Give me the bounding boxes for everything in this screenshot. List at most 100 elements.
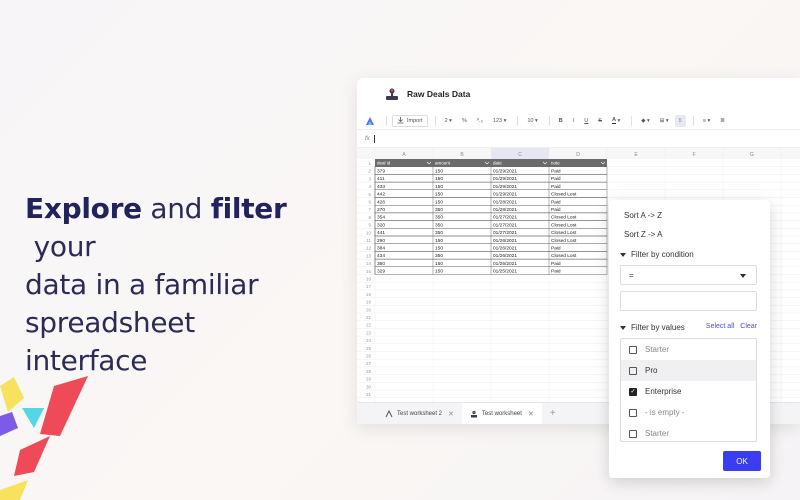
row-number[interactable]: 7 bbox=[368, 207, 371, 212]
table-cell[interactable]: 350 bbox=[435, 207, 443, 213]
table-cell[interactable]: 01/29/2021 bbox=[493, 169, 517, 175]
ok-button[interactable]: OK bbox=[723, 451, 761, 471]
row-number[interactable]: 13 bbox=[366, 253, 372, 258]
table-cell[interactable]: 01/29/2021 bbox=[493, 192, 517, 198]
list-item[interactable]: ✓ Enterprise bbox=[621, 381, 756, 402]
row-number[interactable]: 22 bbox=[366, 323, 372, 328]
table-cell[interactable]: 01/26/2021 bbox=[493, 246, 517, 252]
table-cell[interactable]: Closed Lost bbox=[551, 222, 577, 228]
table-cell[interactable]: Closed Lost bbox=[551, 192, 577, 198]
table-cell[interactable]: Paid bbox=[551, 207, 561, 213]
number-format-dropdown[interactable]: 123 ▾ bbox=[489, 115, 510, 127]
table-cell[interactable]: 150 bbox=[435, 199, 443, 205]
table-cell[interactable]: 150 bbox=[435, 176, 443, 182]
font-size-dropdown[interactable]: 10 ▾ bbox=[523, 115, 541, 127]
row-number[interactable]: 27 bbox=[366, 361, 372, 366]
add-sheet-button[interactable]: + bbox=[550, 408, 556, 419]
row-number[interactable]: 16 bbox=[366, 277, 372, 282]
row-number[interactable]: 8 bbox=[368, 215, 371, 220]
clear-link[interactable]: Clear bbox=[740, 323, 757, 330]
table-cell[interactable]: 01/29/2021 bbox=[493, 184, 517, 190]
row-number[interactable]: 2 bbox=[368, 169, 371, 174]
table-cell[interactable]: Closed Lost bbox=[551, 230, 577, 236]
column-title[interactable]: deal id bbox=[377, 161, 391, 166]
column-title[interactable]: date bbox=[493, 161, 502, 166]
row-number[interactable]: 18 bbox=[366, 292, 372, 297]
table-cell[interactable]: 150 bbox=[435, 261, 443, 267]
table-cell[interactable]: Paid bbox=[551, 246, 561, 252]
table-cell[interactable]: 426 bbox=[377, 199, 385, 205]
table-cell[interactable]: 360 bbox=[377, 261, 385, 267]
table-cell[interactable]: Paid bbox=[551, 199, 561, 205]
table-cell[interactable]: Paid bbox=[551, 269, 561, 275]
row-number[interactable]: 25 bbox=[366, 346, 372, 351]
table-cell[interactable]: 411 bbox=[377, 176, 385, 182]
table-cell[interactable]: Paid bbox=[551, 261, 561, 267]
fill-color-button[interactable]: ◆ ▾ bbox=[637, 115, 654, 127]
table-cell[interactable]: 01/27/2021 bbox=[493, 222, 517, 228]
table-cell[interactable]: 01/28/2021 bbox=[493, 199, 517, 205]
table-cell[interactable]: 150 bbox=[435, 246, 443, 252]
row-number[interactable]: 1 bbox=[368, 161, 371, 166]
table-cell[interactable]: 441 bbox=[377, 230, 385, 236]
row-number[interactable]: 28 bbox=[366, 369, 372, 374]
tab-test-worksheet-2[interactable]: Test worksheet 2 ✕ bbox=[377, 403, 462, 425]
table-cell[interactable]: 442 bbox=[377, 192, 385, 198]
column-title[interactable]: note bbox=[551, 161, 560, 166]
decimals-dropdown[interactable]: 2 ▾ bbox=[441, 115, 456, 127]
table-cell[interactable]: 150 bbox=[435, 184, 443, 190]
filter-by-condition-toggle[interactable]: Filter by condition bbox=[620, 250, 694, 259]
table-cell[interactable]: 290 bbox=[377, 238, 385, 244]
table-cell[interactable]: 384 bbox=[377, 246, 385, 252]
table-cell[interactable]: 434 bbox=[377, 253, 385, 259]
merge-cells-button[interactable]: ⁞⁞ bbox=[674, 114, 686, 127]
formula-bar[interactable]: fx bbox=[357, 130, 800, 148]
column-header-c[interactable]: C bbox=[518, 152, 522, 158]
table-cell[interactable]: 320 bbox=[377, 222, 385, 228]
row-number[interactable]: 23 bbox=[366, 330, 372, 335]
row-number[interactable]: 17 bbox=[366, 284, 372, 289]
italic-button[interactable]: I bbox=[569, 115, 579, 127]
table-cell[interactable]: 01/25/2021 bbox=[493, 269, 517, 275]
checkbox-checked[interactable]: ✓ bbox=[629, 387, 637, 396]
row-number[interactable]: 30 bbox=[366, 384, 372, 389]
table-cell[interactable]: 350 bbox=[435, 230, 443, 236]
table-cell[interactable]: 329 bbox=[377, 269, 385, 275]
table-cell[interactable]: 354 bbox=[377, 215, 385, 221]
row-number[interactable]: 11 bbox=[366, 238, 371, 243]
sheets-logo-icon[interactable] bbox=[361, 115, 379, 127]
checkbox[interactable] bbox=[629, 345, 637, 354]
table-cell[interactable]: 379 bbox=[377, 169, 385, 175]
import-button[interactable]: Import bbox=[392, 114, 428, 127]
table-cell[interactable]: 01/26/2021 bbox=[493, 238, 517, 244]
percent-button[interactable]: % bbox=[458, 115, 471, 127]
row-number[interactable]: 20 bbox=[366, 307, 372, 312]
table-cell[interactable]: 150 bbox=[435, 192, 443, 198]
row-number[interactable]: 31 bbox=[366, 392, 372, 397]
table-cell[interactable]: Closed Lost bbox=[551, 215, 577, 221]
table-cell[interactable]: Closed Lost bbox=[551, 238, 577, 244]
list-item[interactable]: Starter bbox=[621, 339, 756, 360]
decimal-places-button[interactable]: ⁰.₀ bbox=[473, 115, 487, 127]
row-number[interactable]: 14 bbox=[366, 261, 372, 266]
row-number[interactable]: 26 bbox=[366, 354, 372, 359]
sort-z-a-option[interactable]: Sort Z -> A bbox=[624, 230, 662, 239]
row-number[interactable]: 19 bbox=[366, 300, 372, 305]
list-item[interactable]: Pro bbox=[621, 360, 756, 381]
filter-by-values-toggle[interactable]: Filter by values bbox=[620, 323, 685, 332]
table-cell[interactable]: Closed Lost bbox=[551, 253, 577, 259]
table-cell[interactable]: Paid bbox=[551, 169, 561, 175]
align-button[interactable]: ≡ ▾ bbox=[699, 115, 715, 127]
column-header-d[interactable]: D bbox=[576, 152, 580, 158]
row-number[interactable]: 9 bbox=[368, 223, 371, 228]
table-cell[interactable]: 01/27/2021 bbox=[493, 230, 517, 236]
table-cell[interactable]: 150 bbox=[435, 269, 443, 275]
row-number[interactable]: 3 bbox=[368, 176, 371, 181]
row-number[interactable]: 24 bbox=[366, 338, 372, 343]
row-number[interactable]: 4 bbox=[368, 184, 371, 189]
checkbox[interactable] bbox=[629, 408, 637, 417]
table-cell[interactable]: 270 bbox=[377, 207, 385, 213]
column-header-f[interactable]: F bbox=[692, 152, 695, 158]
close-icon[interactable]: ✕ bbox=[528, 410, 534, 418]
table-cell[interactable]: 150 bbox=[435, 238, 443, 244]
